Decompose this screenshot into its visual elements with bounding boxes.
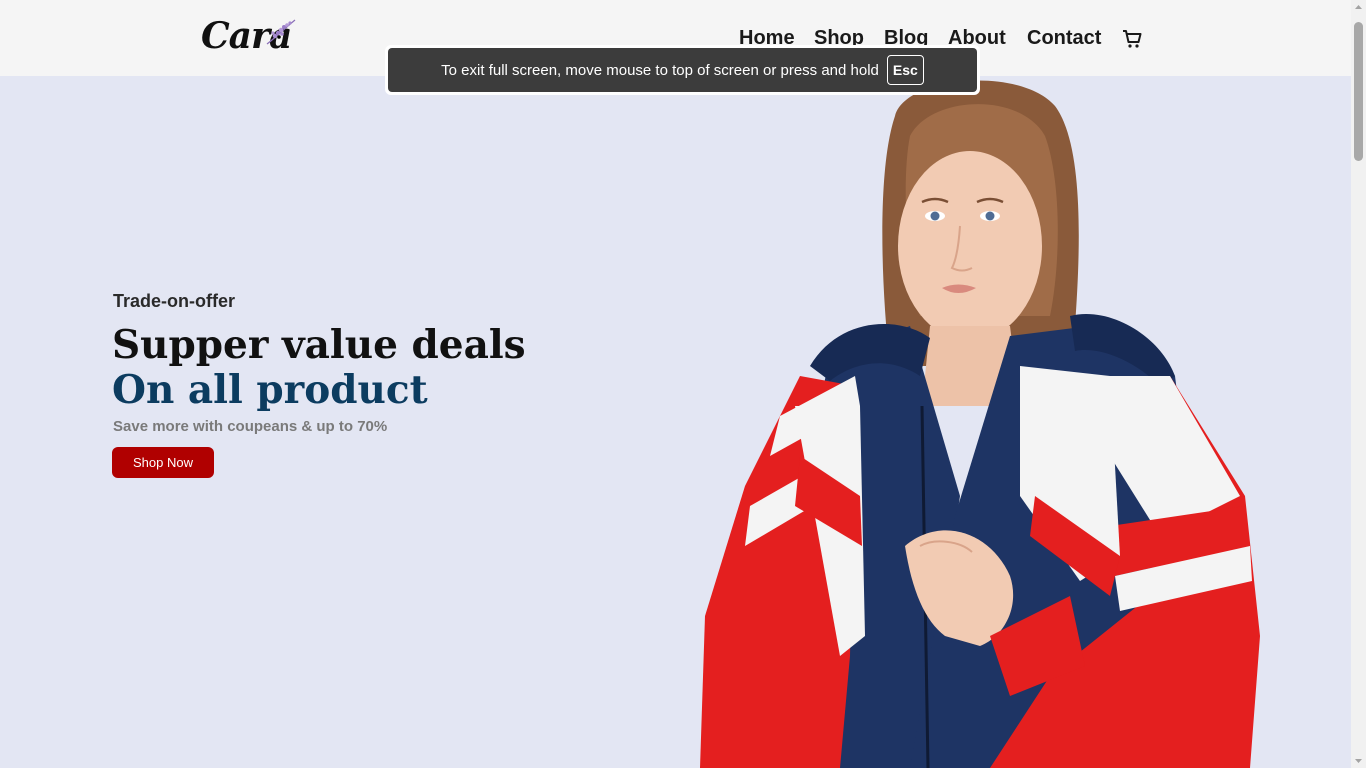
- scroll-up-arrow-icon[interactable]: [1351, 0, 1366, 15]
- lavender-icon: [266, 19, 296, 45]
- scrollbar-thumb[interactable]: [1354, 22, 1363, 161]
- esc-key-badge: Esc: [886, 55, 924, 85]
- fullscreen-message: To exit full screen, move mouse to top o…: [441, 61, 879, 79]
- hero-description: Save more with coupeans & up to 70%: [113, 418, 388, 435]
- hero-tagline: Trade-on-offer: [113, 291, 236, 311]
- nav-contact[interactable]: Contact: [1027, 24, 1101, 52]
- fullscreen-toast: To exit full screen, move mouse to top o…: [385, 45, 980, 95]
- hero-subheading: On all product: [112, 367, 428, 413]
- hero-heading: Supper value deals: [112, 322, 526, 368]
- hero-model-image: [700, 80, 1260, 768]
- vertical-scrollbar[interactable]: [1351, 0, 1366, 768]
- page: Cara Home Shop Blog About Contact Trade-…: [0, 0, 1351, 768]
- shop-now-button[interactable]: Shop Now: [112, 447, 214, 478]
- scroll-down-arrow-icon[interactable]: [1351, 753, 1366, 768]
- fullscreen-toast-body: To exit full screen, move mouse to top o…: [388, 48, 977, 92]
- cart-icon[interactable]: [1122, 29, 1142, 49]
- logo[interactable]: Cara: [201, 14, 301, 58]
